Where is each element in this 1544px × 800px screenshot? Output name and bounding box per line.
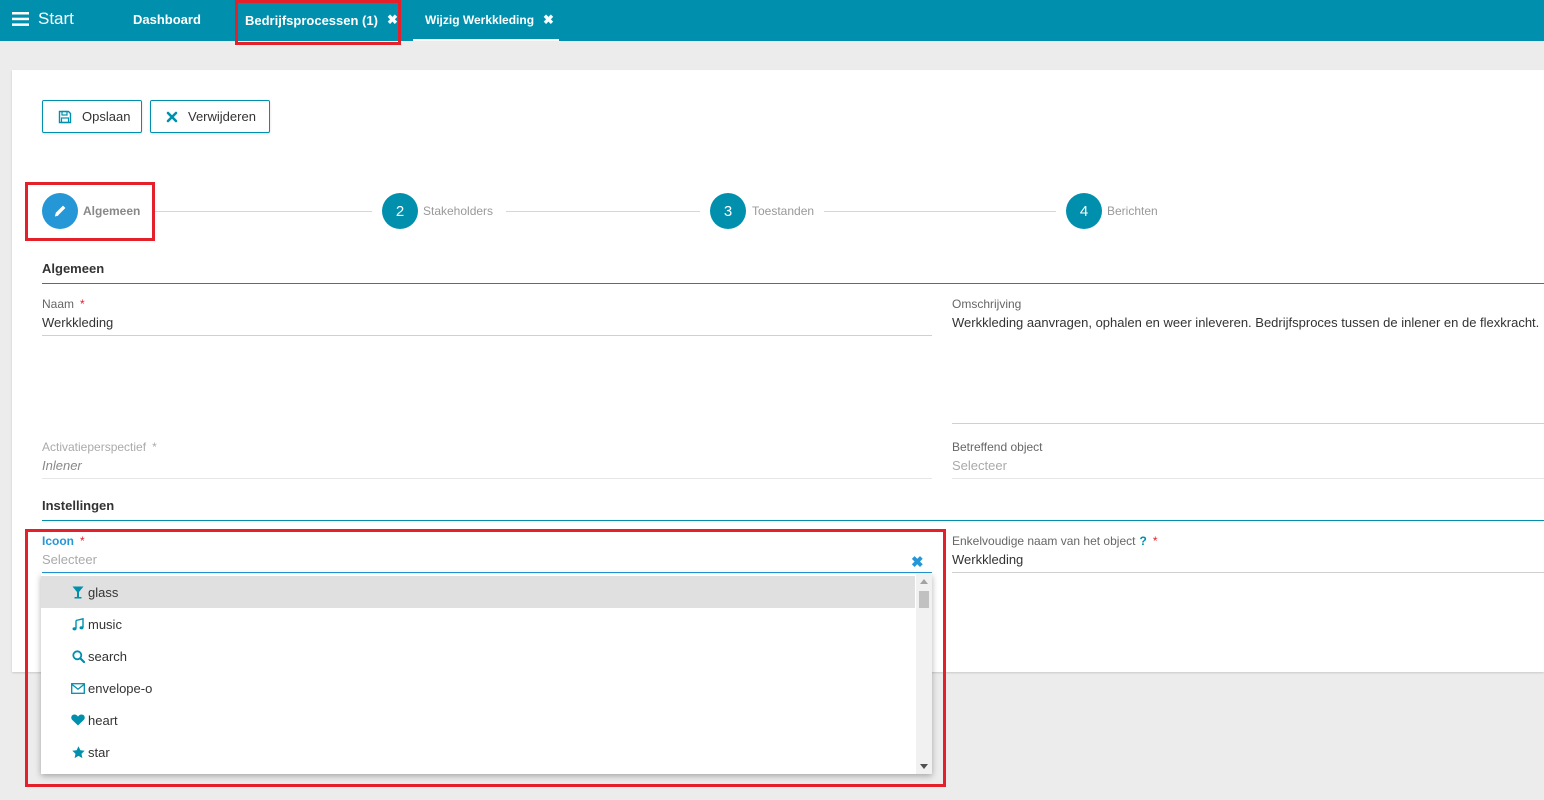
required-marker: * [1152,534,1158,548]
search-icon [71,649,85,663]
option-label: star [88,744,110,760]
naam-label: Naam * [42,297,85,311]
omschrijving-underline [952,423,1544,424]
dropdown-option[interactable]: envelope-o [41,672,915,704]
pencil-icon [54,205,66,217]
star-icon [71,745,85,759]
delete-button[interactable]: Verwijderen [150,100,270,133]
activatieperspectief-underline [42,478,932,479]
floppy-disk-icon [58,110,72,123]
dropdown-scrollbar[interactable] [916,574,932,774]
close-icon [166,111,178,122]
scrollbar-thumb[interactable] [919,591,929,608]
stepper-connector [824,211,1056,212]
icon-dropdown-list: glass music search envelope-o heart star [41,574,932,774]
close-tab-icon[interactable]: ✖ [387,12,398,28]
dropdown-option[interactable]: music [41,608,915,640]
envelope-o-icon [71,681,85,695]
icoon-label: Icoon * [42,534,85,548]
stepper-connector [506,211,700,212]
required-marker: * [80,534,85,548]
step-stakeholders-label: Stakeholders [423,204,494,218]
section-divider [42,520,1544,521]
start-label: Start [38,9,74,28]
step-number: 4 [1079,202,1089,220]
option-label: heart [88,712,118,728]
section-title-instellingen: Instellingen [42,498,115,513]
naam-underline [42,335,932,336]
omschrijving-field[interactable]: Werkkleding aanvragen, ophalen en weer i… [952,315,1539,330]
tab-dashboard[interactable]: Dashboard [133,12,201,27]
tab-bedrijfsprocessen[interactable]: Bedrijfsprocessen (1) ✖ [245,12,398,28]
heart-icon [71,713,85,727]
stepper-connector [152,211,372,212]
option-label: envelope-o [88,680,153,696]
enkelvoudige-naam-label: Enkelvoudige naam van het object? * [952,534,1157,548]
naam-label-text: Naam [42,297,75,311]
required-marker: * [152,440,157,454]
tab-wijzig-werkkleding-label: Wijzig Werkkleding [425,12,535,27]
hamburger-menu-icon [12,12,29,26]
step-berichten-label: Berichten [1107,204,1158,218]
enkelvoudige-naam-underline [952,572,1544,573]
clear-selection-icon[interactable]: ✖ [911,553,924,571]
dropdown-option[interactable]: star [41,736,915,768]
step-algemeen-label: Algemeen [83,204,141,218]
delete-button-label: Verwijderen [188,109,256,124]
close-tab-icon[interactable]: ✖ [543,12,554,28]
section-title-algemeen: Algemeen [42,261,105,276]
icoon-label-text: Icoon [42,534,74,548]
option-label: glass [88,584,119,600]
icoon-underline [42,572,932,573]
betreffend-object-underline [952,478,1544,479]
help-icon[interactable]: ? [1139,534,1146,548]
save-button-label: Opslaan [82,109,131,124]
option-label: music [88,616,122,632]
step-number: 3 [723,202,733,220]
dropdown-option[interactable]: search [41,640,915,672]
tab-dashboard-label: Dashboard [133,12,201,27]
activatieperspectief-label-text: Activatieperspectief [42,440,147,454]
activatieperspectief-field: Inlener [42,458,82,473]
step-toestanden[interactable]: 3 [710,193,746,229]
required-marker: * [80,297,85,311]
dropdown-option[interactable]: glass [41,576,915,608]
start-menu-button[interactable]: Start [12,9,74,29]
step-stakeholders[interactable]: 2 [382,193,418,229]
step-algemeen[interactable] [42,193,78,229]
step-number: 2 [395,202,405,220]
step-berichten[interactable]: 4 [1066,193,1102,229]
top-navigation-bar: Start Dashboard Bedrijfsprocessen (1) ✖ … [0,0,1544,41]
icoon-select[interactable]: Selecteer [42,552,97,567]
glass-icon [71,585,85,599]
activatieperspectief-label: Activatieperspectief * [42,440,157,454]
scroll-up-arrow-icon[interactable] [920,579,928,584]
save-button[interactable]: Opslaan [42,100,142,133]
enkelvoudige-naam-field[interactable]: Werkkleding [952,552,1023,567]
tab-bedrijfsprocessen-label: Bedrijfsprocessen (1) [245,12,378,28]
tab-wijzig-werkkleding[interactable]: Wijzig Werkkleding ✖ [413,0,559,41]
option-label: search [88,648,128,664]
scroll-down-arrow-icon[interactable] [920,764,928,769]
betreffend-object-label: Betreffend object [952,440,1043,454]
section-divider [42,283,1544,284]
naam-field[interactable]: Werkkleding [42,315,113,330]
step-toestanden-label: Toestanden [752,204,815,218]
music-icon [71,617,85,631]
omschrijving-label: Omschrijving [952,297,1022,311]
dropdown-option[interactable]: heart [41,704,915,736]
betreffend-object-select[interactable]: Selecteer [952,458,1007,473]
enkelvoudige-naam-label-text: Enkelvoudige naam van het object [952,534,1136,548]
